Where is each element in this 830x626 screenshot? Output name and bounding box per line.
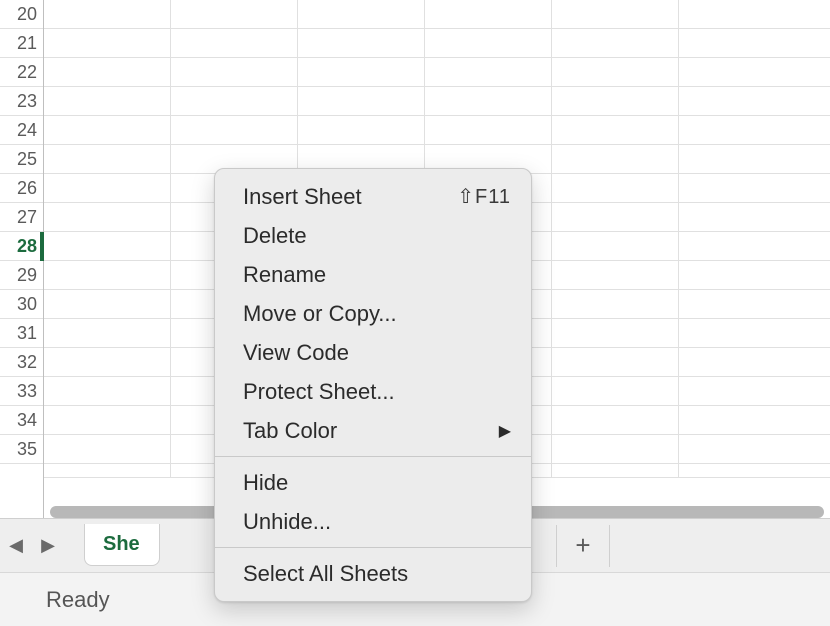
row-number: 20 <box>17 4 37 25</box>
menu-protect-sheet[interactable]: Protect Sheet... <box>215 372 531 411</box>
row-number: 24 <box>17 120 37 141</box>
row-number: 31 <box>17 323 37 344</box>
row-header[interactable]: 34 <box>0 406 43 435</box>
row-number: 34 <box>17 410 37 431</box>
menu-label: Select All Sheets <box>243 561 511 587</box>
menu-label: Delete <box>243 223 511 249</box>
row-number: 29 <box>17 265 37 286</box>
menu-select-all-sheets[interactable]: Select All Sheets <box>215 554 531 593</box>
row-number: 26 <box>17 178 37 199</box>
row-number: 21 <box>17 33 37 54</box>
menu-label: Rename <box>243 262 511 288</box>
row-header[interactable] <box>0 464 43 478</box>
row-header[interactable]: 30 <box>0 290 43 319</box>
row-header[interactable]: 24 <box>0 116 43 145</box>
row-number: 25 <box>17 149 37 170</box>
menu-hide[interactable]: Hide <box>215 463 531 502</box>
row-number: 28 <box>17 236 37 257</box>
menu-move-or-copy[interactable]: Move or Copy... <box>215 294 531 333</box>
row-header[interactable]: 22 <box>0 58 43 87</box>
menu-rename[interactable]: Rename <box>215 255 531 294</box>
menu-label: Protect Sheet... <box>243 379 511 405</box>
row-header[interactable]: 25 <box>0 145 43 174</box>
menu-label: View Code <box>243 340 511 366</box>
status-text: Ready <box>46 587 110 613</box>
sheet-context-menu: Insert Sheet ⇧F11 Delete Rename Move or … <box>214 168 532 602</box>
row-number: 30 <box>17 294 37 315</box>
row-number: 22 <box>17 62 37 83</box>
menu-label: Hide <box>243 470 511 496</box>
row-header[interactable]: 29 <box>0 261 43 290</box>
next-sheet-button[interactable]: ▶ <box>32 535 64 556</box>
row-header[interactable]: 20 <box>0 0 43 29</box>
menu-shortcut: ⇧F11 <box>457 184 511 209</box>
row-number: 27 <box>17 207 37 228</box>
sheet-tab-active[interactable]: She <box>84 524 160 566</box>
row-number: 32 <box>17 352 37 373</box>
row-number: 35 <box>17 439 37 460</box>
row-number: 33 <box>17 381 37 402</box>
menu-tab-color[interactable]: Tab Color ▶ <box>215 411 531 450</box>
row-header[interactable]: 21 <box>0 29 43 58</box>
menu-unhide[interactable]: Unhide... <box>215 502 531 541</box>
row-header[interactable]: 33 <box>0 377 43 406</box>
row-header[interactable]: 35 <box>0 435 43 464</box>
menu-insert-sheet[interactable]: Insert Sheet ⇧F11 <box>215 177 531 216</box>
triangle-left-icon: ◀ <box>9 535 23 556</box>
row-header[interactable]: 31 <box>0 319 43 348</box>
plus-icon: + <box>575 530 590 561</box>
row-header-active[interactable]: 28 <box>0 232 43 261</box>
menu-label: Tab Color <box>243 418 499 444</box>
prev-sheet-button[interactable]: ◀ <box>0 535 32 556</box>
add-sheet-button[interactable]: + <box>556 525 610 567</box>
row-header[interactable]: 26 <box>0 174 43 203</box>
menu-separator <box>215 456 531 457</box>
row-header[interactable]: 27 <box>0 203 43 232</box>
triangle-right-icon: ▶ <box>41 535 55 556</box>
submenu-arrow-icon: ▶ <box>499 421 511 441</box>
row-headers: 20 21 22 23 24 25 26 27 28 29 30 31 32 3… <box>0 0 44 518</box>
menu-separator <box>215 547 531 548</box>
menu-label: Unhide... <box>243 509 511 535</box>
row-header[interactable]: 23 <box>0 87 43 116</box>
menu-label: Move or Copy... <box>243 301 511 327</box>
sheet-tab-label: She <box>103 533 140 556</box>
menu-delete[interactable]: Delete <box>215 216 531 255</box>
menu-label: Insert Sheet <box>243 184 457 210</box>
row-header[interactable]: 32 <box>0 348 43 377</box>
menu-view-code[interactable]: View Code <box>215 333 531 372</box>
row-number: 23 <box>17 91 37 112</box>
